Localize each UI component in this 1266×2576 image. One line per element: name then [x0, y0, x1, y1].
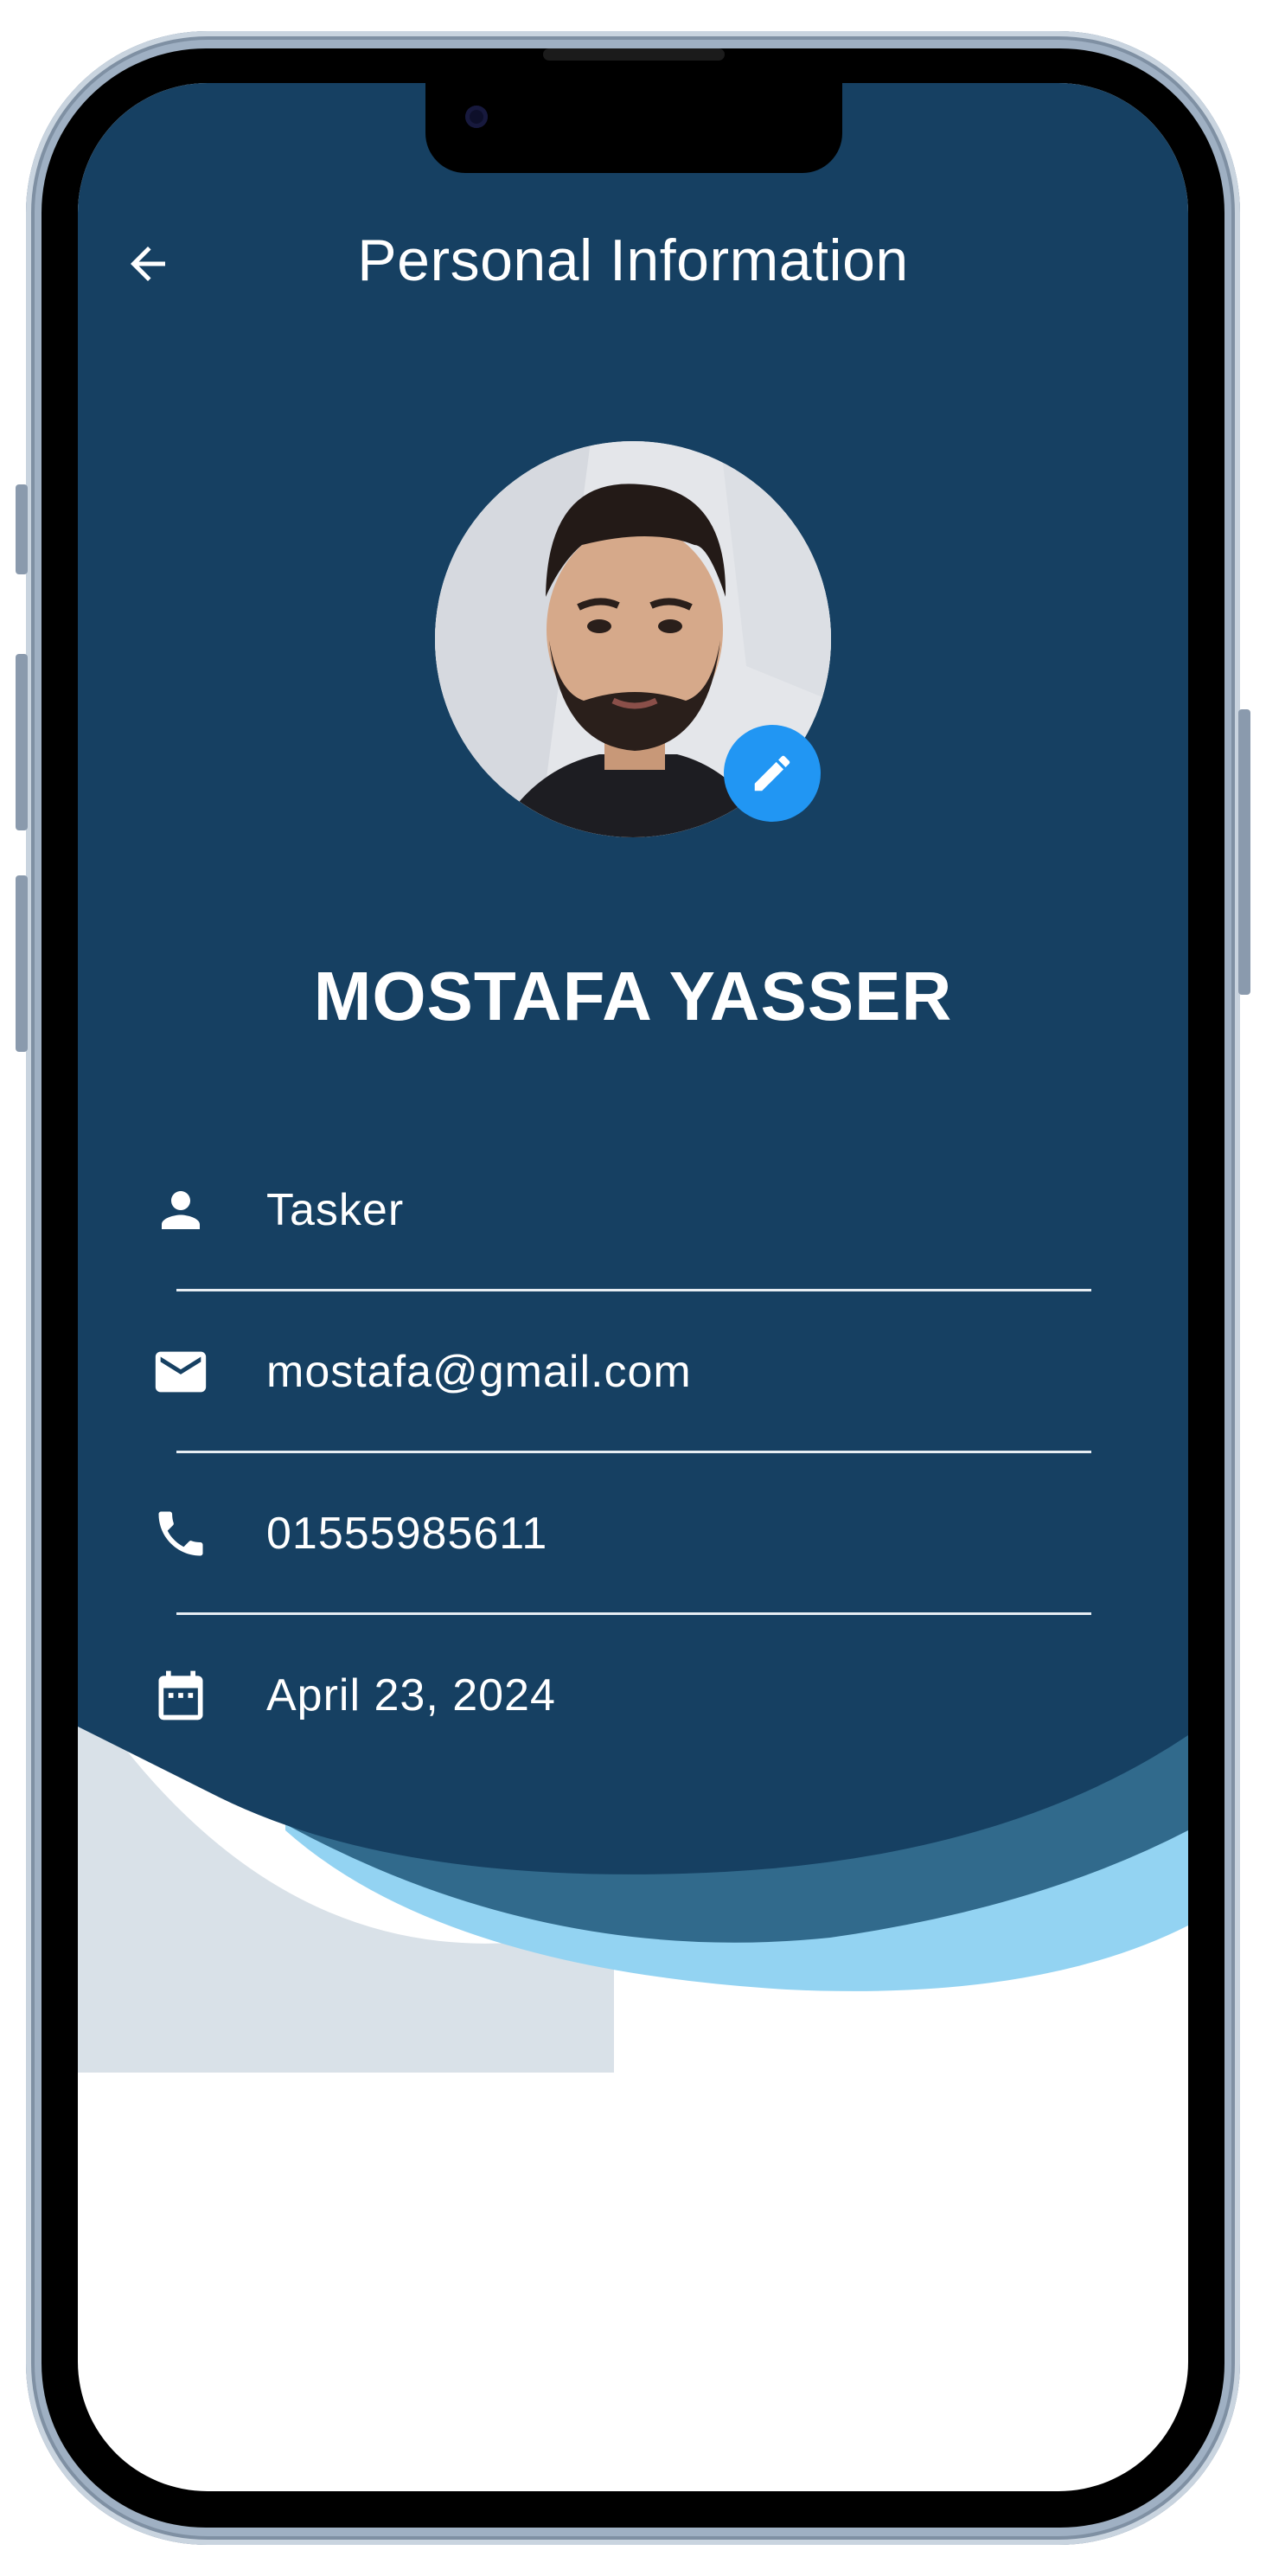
- phone-value: 01555985611: [266, 1509, 548, 1559]
- volume-up-button: [16, 654, 28, 830]
- date-value: April 23, 2024: [266, 1670, 556, 1721]
- info-row-email: mostafa@gmail.com: [78, 1291, 1188, 1453]
- speaker: [543, 48, 725, 61]
- page-title: Personal Information: [357, 227, 909, 293]
- user-name: MOSTAFA YASSER: [313, 958, 953, 1035]
- info-row-role: Tasker: [78, 1130, 1188, 1291]
- phone-icon: [150, 1503, 211, 1564]
- edit-avatar-button[interactable]: [724, 725, 821, 822]
- email-value: mostafa@gmail.com: [266, 1347, 692, 1397]
- back-button[interactable]: [119, 235, 176, 292]
- role-value: Tasker: [266, 1185, 405, 1235]
- email-icon: [150, 1342, 211, 1402]
- mute-switch: [16, 484, 28, 574]
- pencil-icon: [754, 755, 790, 791]
- app-bar: Personal Information: [78, 213, 1188, 308]
- info-row-phone: 01555985611: [78, 1453, 1188, 1615]
- volume-down-button: [16, 875, 28, 1052]
- notch: [425, 48, 842, 173]
- person-icon: [150, 1180, 211, 1240]
- info-row-date: April 23, 2024: [78, 1615, 1188, 1776]
- power-button: [1238, 709, 1250, 995]
- screen: Personal Information MOSTAFA YASSER Task…: [78, 83, 1188, 2491]
- arrow-back-icon: [131, 247, 165, 281]
- front-camera: [465, 106, 488, 128]
- calendar-icon: [150, 1665, 211, 1726]
- avatar-container: [435, 441, 831, 837]
